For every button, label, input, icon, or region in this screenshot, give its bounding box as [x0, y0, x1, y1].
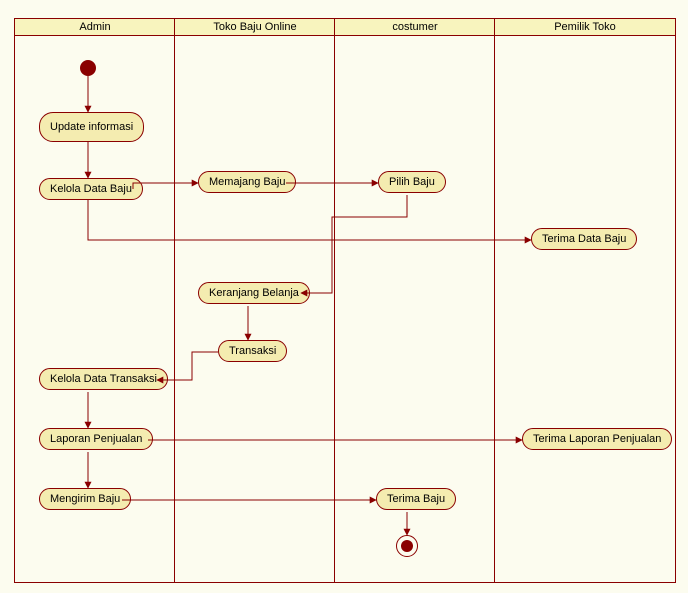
lane-header-shop: Toko Baju Online — [175, 19, 335, 36]
node-terima-data-baju: Terima Data Baju — [531, 228, 637, 250]
diagram-canvas: Admin Toko Baju Online costumer Pemilik … — [0, 0, 688, 593]
node-memajang-baju: Memajang Baju — [198, 171, 296, 193]
node-update-informasi: Update informasi — [39, 112, 144, 142]
node-mengirim-baju: Mengirim Baju — [39, 488, 131, 510]
lane-header-customer: costumer — [335, 19, 495, 36]
initial-node — [80, 60, 96, 76]
node-keranjang-belanja: Keranjang Belanja — [198, 282, 310, 304]
node-terima-baju: Terima Baju — [376, 488, 456, 510]
node-laporan-penjualan: Laporan Penjualan — [39, 428, 153, 450]
final-node-inner — [401, 540, 413, 552]
node-kelola-data-baju: Kelola Data Baju — [39, 178, 143, 200]
node-kelola-data-transaksi: Kelola Data Transaksi — [39, 368, 168, 390]
node-transaksi: Transaksi — [218, 340, 287, 362]
final-node — [396, 535, 418, 557]
lane-owner: Pemilik Toko — [494, 18, 676, 583]
node-terima-laporan-penjualan: Terima Laporan Penjualan — [522, 428, 672, 450]
lane-header-owner: Pemilik Toko — [495, 19, 675, 36]
lane-header-admin: Admin — [15, 19, 175, 36]
node-pilih-baju: Pilih Baju — [378, 171, 446, 193]
